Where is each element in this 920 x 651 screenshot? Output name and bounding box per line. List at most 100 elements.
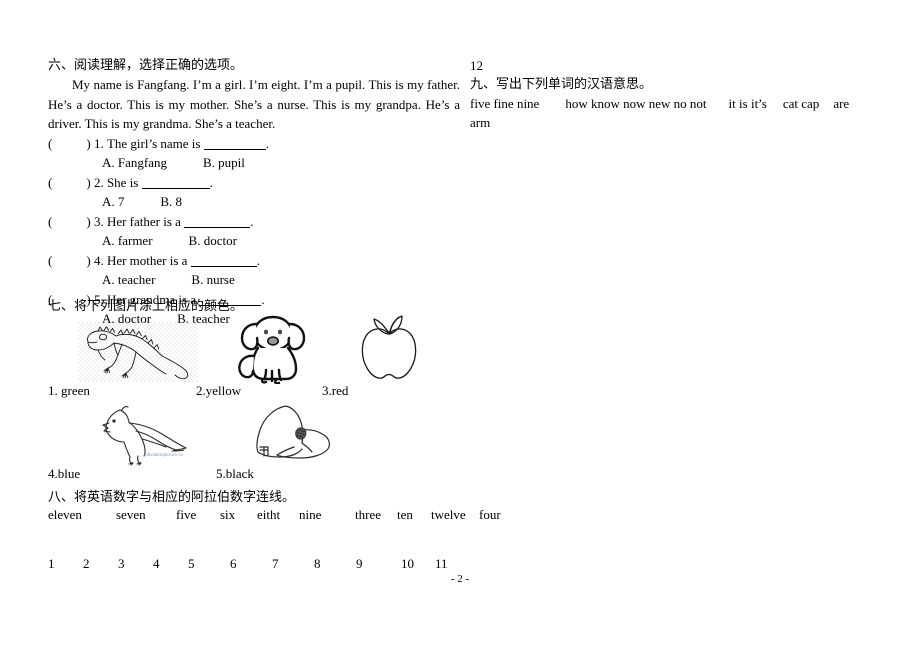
word-item[interactable]: are	[833, 96, 849, 111]
lizard-icon	[78, 322, 198, 382]
fill-blank[interactable]	[190, 253, 257, 267]
match-word[interactable]: nine	[299, 505, 355, 524]
match-number[interactable]: 9	[356, 554, 401, 573]
answer-paren-close: )	[86, 213, 91, 229]
answer-paren-close: )	[86, 174, 91, 190]
fill-blank[interactable]	[141, 175, 210, 189]
answer-paren-open: (	[48, 213, 53, 229]
match-number[interactable]: 3	[118, 554, 153, 573]
question-row: () 3. Her father is a .	[48, 212, 460, 232]
match-word[interactable]: four	[479, 505, 501, 524]
option-b[interactable]: B. 8	[124, 192, 182, 212]
page-number-note: 12	[470, 58, 483, 73]
option-row: A. Fangfang B. pupil	[48, 153, 460, 173]
worksheet-page: 六、阅读理解，选择正确的选项。 My name is Fangfang. I’m…	[0, 0, 920, 651]
picture-label: 5.black	[216, 466, 254, 481]
option-row: A. farmer B. doctor	[48, 231, 460, 251]
question-stem-end: .	[265, 135, 269, 151]
option-row: A. teacher B. nurse	[48, 270, 460, 290]
word-item[interactable]: nine	[517, 96, 539, 111]
section-eight-number-row: 1 2 3 4 5 6 7 8 9 10 11	[48, 554, 468, 573]
question-stem: Her father is a	[106, 213, 181, 229]
question-number: 2.	[93, 174, 104, 190]
word-item[interactable]: not	[690, 96, 707, 111]
option-a[interactable]: A. Fangfang	[102, 155, 167, 170]
question-row: () 4. Her mother is a .	[48, 251, 460, 271]
question-stem-end: .	[261, 291, 265, 307]
fill-blank[interactable]	[203, 136, 266, 150]
match-number[interactable]: 11	[435, 556, 448, 571]
apple-icon	[358, 312, 420, 384]
option-b[interactable]: B. pupil	[167, 153, 245, 173]
section-six: 六、阅读理解，选择正确的选项。 My name is Fangfang. I’m…	[48, 55, 460, 329]
question-row: () 1. The girl’s name is .	[48, 134, 460, 154]
section-nine-heading: 九、写出下列单词的汉语意思。	[470, 76, 653, 91]
word-item[interactable]: it’s	[751, 96, 767, 111]
option-a[interactable]: A. 7	[102, 194, 124, 209]
word-item[interactable]: arm	[470, 115, 490, 130]
match-number[interactable]: 6	[230, 554, 272, 573]
match-number[interactable]: 2	[83, 554, 118, 573]
fill-blank[interactable]	[184, 214, 251, 228]
option-a[interactable]: A. farmer	[102, 233, 153, 248]
match-word[interactable]: three	[355, 505, 397, 524]
picture-label: 1. green	[48, 383, 90, 398]
question-number: 1.	[93, 135, 104, 151]
answer-paren-open: (	[48, 174, 53, 190]
section-six-heading: 六、阅读理解，选择正确的选项。	[48, 57, 244, 72]
match-word[interactable]: five	[176, 505, 220, 524]
dog-icon	[232, 312, 316, 384]
question-number: 4.	[93, 252, 104, 268]
match-word[interactable]: ten	[397, 505, 431, 524]
answer-paren-open: (	[48, 252, 53, 268]
svg-text:educationpicture.cn: educationpicture.cn	[144, 452, 184, 457]
section-nine-word-list-line2: arm	[470, 113, 890, 132]
question-stem-end: .	[209, 174, 213, 190]
match-number[interactable]: 5	[188, 554, 230, 573]
match-number[interactable]: 8	[314, 554, 356, 573]
question-stem-end: .	[250, 213, 254, 229]
question-stem-end: .	[256, 252, 260, 268]
option-a[interactable]: A. teacher	[102, 272, 155, 287]
word-item[interactable]: fine	[493, 96, 513, 111]
word-item[interactable]: now	[623, 96, 645, 111]
page-footer: - 2 -	[450, 573, 470, 585]
question-stem: She is	[106, 174, 139, 190]
option-row: A. 7 B. 8	[48, 192, 460, 212]
answer-paren-close: )	[86, 135, 91, 151]
word-item[interactable]: it	[729, 96, 736, 111]
picture-label: 2.yellow	[196, 383, 242, 398]
question-stem: Her mother is a	[106, 252, 188, 268]
match-number[interactable]: 4	[153, 554, 188, 573]
option-b[interactable]: B. doctor	[153, 231, 237, 251]
cap-icon	[252, 402, 334, 466]
section-eight-word-row: eleven seven five six eitht nine three ten twelv…	[48, 505, 501, 524]
answer-paren-open: (	[48, 135, 53, 151]
word-item[interactable]: know	[591, 96, 620, 111]
section-eight-heading: 八、将英语数字与相应的阿拉伯数字连线。	[48, 489, 296, 504]
picture-label: 4.blue	[48, 466, 81, 481]
option-b[interactable]: B. nurse	[155, 270, 234, 290]
match-number[interactable]: 1	[48, 554, 83, 573]
match-word[interactable]: twelve	[431, 505, 479, 524]
match-word[interactable]: seven	[116, 505, 176, 524]
word-item[interactable]: is	[739, 96, 748, 111]
match-number[interactable]: 10	[401, 554, 435, 573]
word-item[interactable]: how	[565, 96, 587, 111]
word-item[interactable]: cat	[783, 96, 798, 111]
question-number: 3.	[93, 213, 104, 229]
match-word[interactable]: eleven	[48, 505, 116, 524]
answer-paren-close: )	[86, 252, 91, 268]
match-word[interactable]: eitht	[257, 505, 299, 524]
word-item[interactable]: five	[470, 96, 490, 111]
match-word[interactable]: six	[220, 505, 257, 524]
word-item[interactable]: new	[649, 96, 671, 111]
question-stem: The girl’s name is	[106, 135, 201, 151]
reading-passage: My name is Fangfang. I’m a girl. I’m eig…	[48, 77, 460, 131]
question-row: () 2. She is .	[48, 173, 460, 193]
word-item[interactable]: no	[674, 96, 687, 111]
picture-label: 3.red	[322, 383, 349, 398]
section-seven-heading: 七、将下列图片涂上相应的颜色。	[48, 298, 244, 313]
word-item[interactable]: cap	[801, 96, 819, 111]
match-number[interactable]: 7	[272, 554, 314, 573]
